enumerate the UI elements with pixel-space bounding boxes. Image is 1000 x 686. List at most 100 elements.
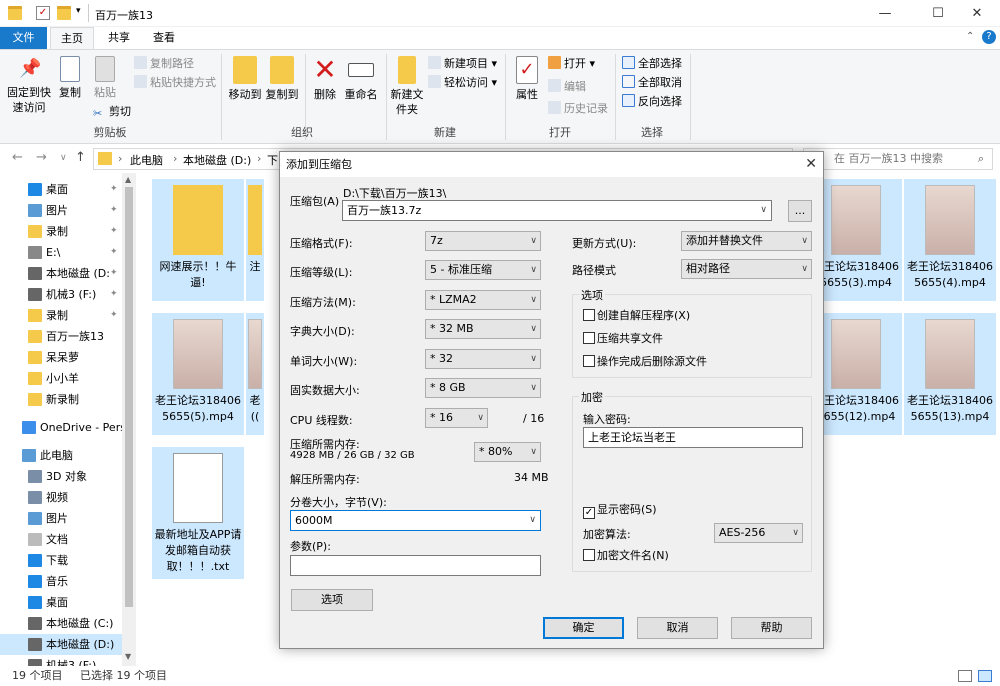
sidebar-item[interactable]: 图片 [0, 508, 122, 529]
sidebar-item[interactable]: OneDrive - Perso [0, 417, 122, 438]
paste-button[interactable]: 粘贴 [90, 56, 120, 100]
tab-home[interactable]: 主页 [50, 27, 94, 50]
sidebar-item[interactable]: 呆呆萝 [0, 347, 122, 368]
pathmode-select[interactable]: 相对路径 ∨ [681, 259, 812, 279]
file-item[interactable]: 最新地址及APP请发邮箱自动获取！！！.txt [152, 447, 244, 579]
password-input[interactable]: 上老王论坛当老王 [583, 427, 803, 448]
recent-dropdown-icon[interactable]: ∨ [60, 153, 67, 163]
back-icon[interactable]: ← [12, 150, 23, 165]
invert-selection-button[interactable]: 反向选择 [622, 93, 682, 111]
sidebar-item[interactable]: 新录制 [0, 389, 122, 410]
sidebar-item[interactable]: 本地磁盘 (D: ✦ [0, 263, 122, 284]
open-button[interactable]: 打开 ▾ [548, 55, 595, 73]
scroll-down-icon[interactable]: ▼ [125, 652, 131, 661]
split-size-input[interactable]: 6000M ∨ [290, 510, 541, 531]
copy-path-button[interactable]: 复制路径 [134, 55, 194, 73]
level-select[interactable]: 5 - 标准压缩 ∨ [425, 260, 541, 280]
sidebar-item[interactable]: 小小羊 [0, 368, 122, 389]
scroll-up-icon[interactable]: ▲ [125, 175, 131, 184]
word-select[interactable]: * 32 ∨ [425, 349, 541, 369]
breadcrumb-this-pc[interactable]: 此电脑 [130, 152, 163, 168]
cancel-button[interactable]: 取消 [637, 617, 718, 639]
details-view-icon[interactable] [958, 670, 972, 682]
pin-icon[interactable]: ✦ [110, 242, 118, 263]
rename-button[interactable]: 重命名 [343, 56, 379, 102]
edit-button[interactable]: 编辑 [548, 78, 586, 96]
sidebar-item[interactable]: 文档 [0, 529, 122, 550]
sidebar-item[interactable]: 桌面 [0, 592, 122, 613]
sidebar-item[interactable]: 机械3 (F:) ✦ [0, 284, 122, 305]
cpu-select[interactable]: * 16 ∨ [425, 408, 488, 428]
move-to-button[interactable]: 移动到 [228, 56, 262, 102]
delete-after-checkbox[interactable]: 操作完成后删除源文件 [583, 355, 707, 369]
tab-share[interactable]: 共享 [97, 27, 141, 49]
pin-icon[interactable]: ✦ [110, 284, 118, 305]
large-icons-view-icon[interactable] [978, 670, 992, 682]
show-password-checkbox[interactable]: ✓ 显示密码(S) [583, 503, 657, 519]
sidebar-scrollbar[interactable]: ▲ ▼ [122, 173, 136, 666]
pin-icon[interactable]: ✦ [110, 179, 118, 200]
tab-file[interactable]: 文件 [0, 27, 47, 49]
help-button[interactable]: 帮助 [731, 617, 812, 639]
sidebar-item[interactable]: 此电脑 [0, 445, 122, 466]
sidebar-item[interactable]: 3D 对象 [0, 466, 122, 487]
new-folder-button[interactable]: 新建文件夹 [390, 56, 424, 117]
properties-quick-icon[interactable]: ✓ [36, 6, 50, 20]
solid-select[interactable]: * 8 GB ∨ [425, 378, 541, 398]
properties-button[interactable]: ✓ 属性 [511, 56, 543, 102]
file-item[interactable]: 老王论坛3184065655(4).mp4 [904, 179, 996, 301]
mem-percent-select[interactable]: * 80% ∨ [474, 442, 541, 462]
shared-files-checkbox[interactable]: 压缩共享文件 [583, 332, 663, 346]
sidebar-item[interactable]: 百万一族13 [0, 326, 122, 347]
update-select[interactable]: 添加并替换文件 ∨ [681, 231, 812, 251]
chevron-up-icon[interactable]: ⌃ [966, 31, 974, 42]
close-button[interactable]: ✕ [954, 0, 1000, 27]
file-item[interactable]: 老(( [246, 313, 264, 435]
scroll-thumb[interactable] [125, 187, 133, 607]
up-icon[interactable]: ↑ [75, 150, 86, 165]
method-select[interactable]: * LZMA2 ∨ [425, 290, 541, 310]
create-sfx-checkbox[interactable]: 创建自解压程序(X) [583, 309, 690, 323]
pin-icon[interactable]: ✦ [110, 221, 118, 242]
new-item-button[interactable]: 新建项目 ▾ [428, 55, 497, 73]
dialog-close-icon[interactable]: ✕ [805, 152, 817, 177]
history-button[interactable]: 历史记录 [548, 100, 608, 118]
pin-quick-access-button[interactable]: 📌 固定到快速访问 [6, 56, 52, 115]
file-item[interactable]: 老王论坛3184065655(5).mp4 [152, 313, 244, 435]
pin-icon[interactable]: ✦ [110, 305, 118, 326]
select-all-button[interactable]: 全部选择 [622, 55, 682, 73]
sidebar-item[interactable]: 录制 ✦ [0, 305, 122, 326]
help-icon[interactable]: ? [982, 30, 996, 44]
new-folder-quick-icon[interactable] [57, 6, 71, 20]
forward-icon[interactable]: → [36, 150, 47, 165]
sidebar-item[interactable]: 桌面 ✦ [0, 179, 122, 200]
breadcrumb-disk-d[interactable]: 本地磁盘 (D:) [183, 152, 251, 168]
ok-button[interactable]: 确定 [543, 617, 624, 639]
cut-button[interactable]: ✂ 剪切 [93, 103, 131, 121]
archive-name-input[interactable]: 百万一族13.7z ∨ [342, 200, 772, 221]
search-input[interactable]: 在 百万一族13 中搜索 ⌕ [803, 148, 993, 170]
dict-select[interactable]: * 32 MB ∨ [425, 319, 541, 339]
sidebar-item[interactable]: 音乐 [0, 571, 122, 592]
sidebar-item[interactable]: 本地磁盘 (C:) [0, 613, 122, 634]
file-item[interactable]: 网速展示！！牛逼! [152, 179, 244, 301]
minimize-button[interactable]: — [862, 0, 908, 27]
options-button[interactable]: 选项 [291, 589, 373, 611]
delete-button[interactable]: ✕ 删除 [310, 56, 340, 102]
browse-button[interactable]: ... [788, 200, 812, 222]
pin-icon[interactable]: ✦ [110, 263, 118, 284]
customize-toolbar-icon[interactable]: ▾ [76, 6, 81, 16]
paste-shortcut-button[interactable]: 粘贴快捷方式 [134, 74, 216, 92]
file-item[interactable]: 注 [246, 179, 264, 301]
sidebar-item[interactable]: E:\ ✦ [0, 242, 122, 263]
copy-to-button[interactable]: 复制到 [265, 56, 299, 102]
sidebar-item[interactable]: 图片 ✦ [0, 200, 122, 221]
format-select[interactable]: 7z ∨ [425, 231, 541, 251]
sidebar-item[interactable]: 下载 [0, 550, 122, 571]
sidebar-item[interactable]: 本地磁盘 (D:) [0, 634, 122, 655]
select-none-button[interactable]: 全部取消 [622, 74, 682, 92]
encrypt-names-checkbox[interactable]: 加密文件名(N) [583, 549, 669, 563]
copy-button[interactable]: 复制 [56, 56, 84, 100]
breadcrumb-downloads[interactable]: 下 [267, 152, 278, 168]
file-item[interactable]: 老王论坛3184065655(13).mp4 [904, 313, 996, 435]
